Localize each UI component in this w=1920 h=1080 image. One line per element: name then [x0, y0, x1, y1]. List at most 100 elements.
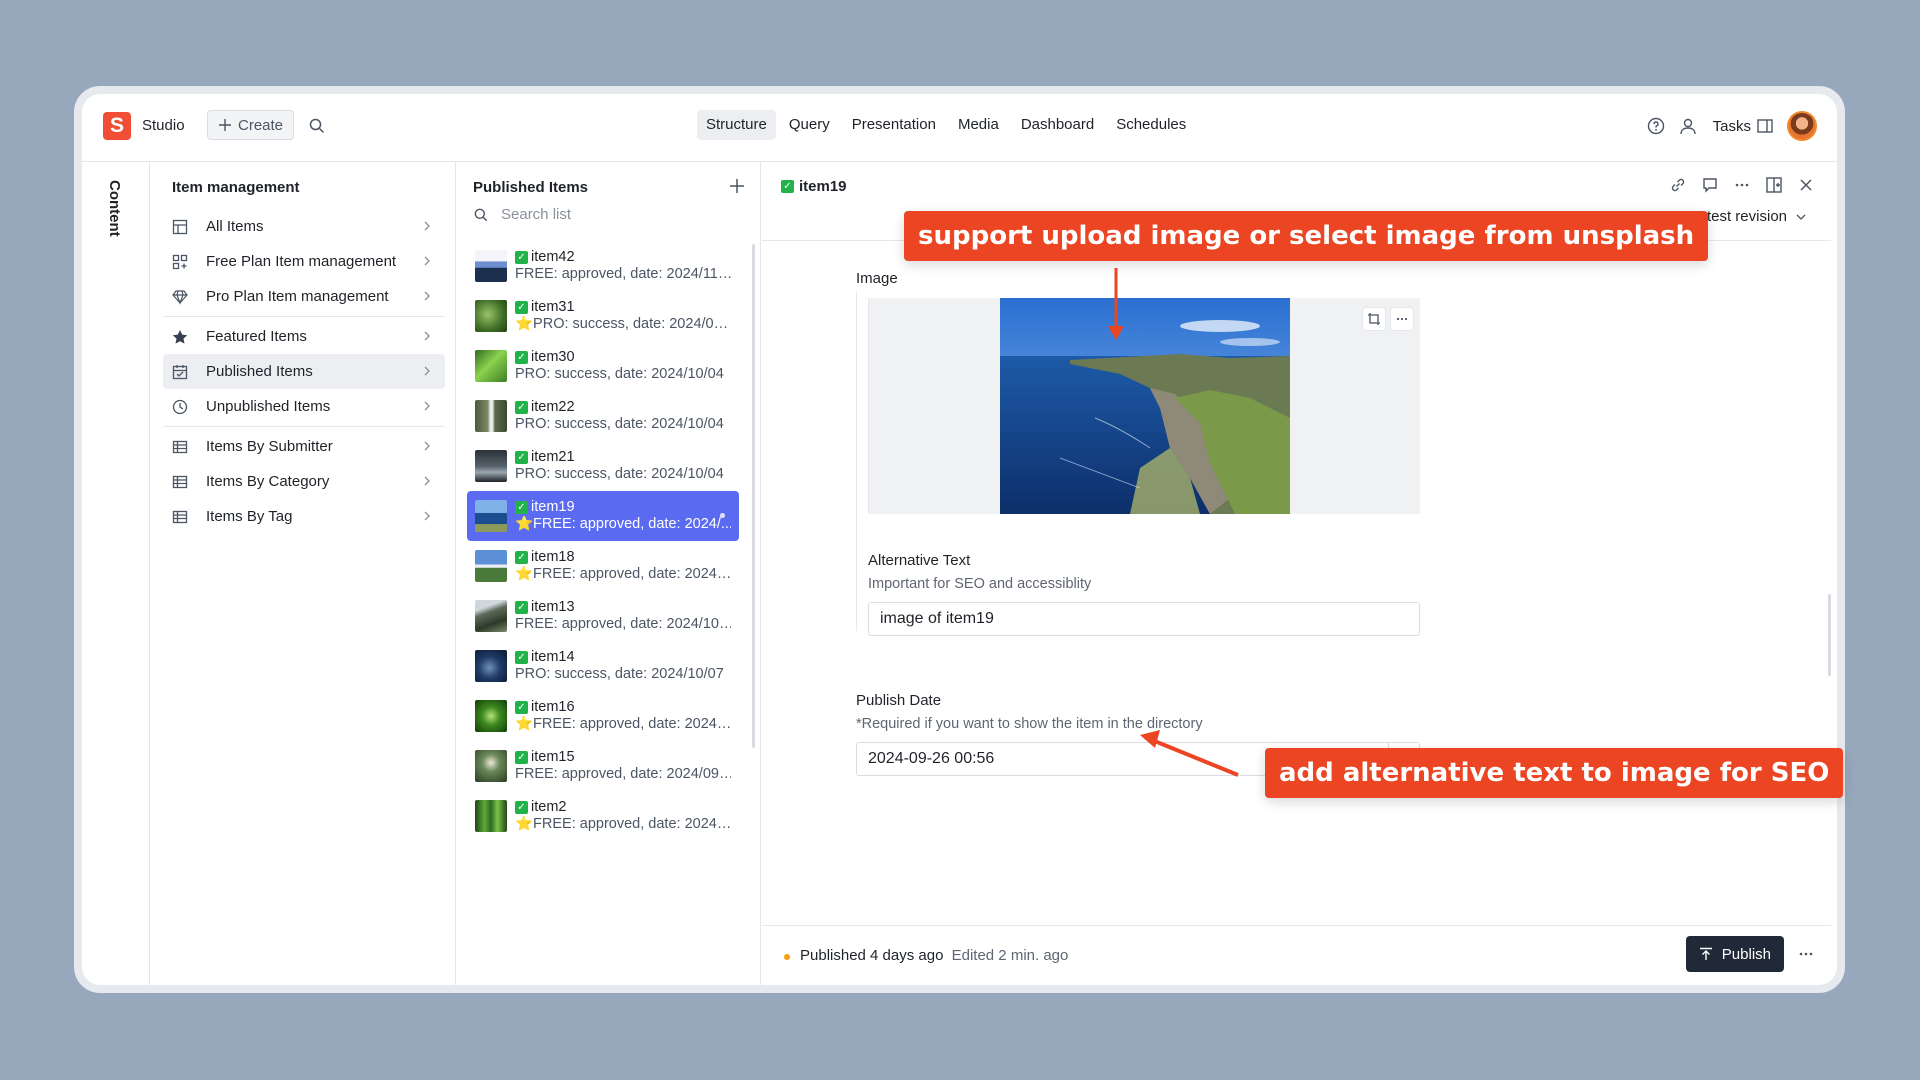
menu-item-unpublished[interactable]: Unpublished Items — [163, 389, 445, 424]
image-field-border — [856, 291, 857, 631]
menu-item-label: Featured Items — [206, 328, 307, 345]
content-tab[interactable]: Content — [106, 180, 123, 237]
create-button[interactable]: Create — [207, 110, 295, 140]
plus-icon — [219, 119, 231, 131]
more-actions-icon[interactable] — [1797, 945, 1815, 963]
nav-media[interactable]: Media — [949, 110, 1008, 140]
close-icon[interactable] — [1797, 176, 1815, 194]
published-check-icon: ✓ — [515, 351, 528, 364]
item-thumbnail — [475, 500, 507, 532]
list-item[interactable]: ✓ item30 PRO: success, date: 2024/10/04 — [467, 341, 739, 391]
structure-title: Item management — [172, 179, 300, 196]
upload-annotation: support upload image or select image fro… — [904, 211, 1709, 261]
user-avatar[interactable] — [1787, 111, 1817, 141]
document-scrollbar[interactable] — [1828, 594, 1831, 676]
search-icon — [474, 208, 488, 221]
split-pane-icon[interactable] — [1765, 176, 1783, 194]
publish-date-description: *Required if you want to show the item i… — [856, 716, 1203, 732]
published-check-icon: ✓ — [515, 601, 528, 614]
item-thumbnail — [475, 250, 507, 282]
list-item-selected[interactable]: ✓ item19 ⭐FREE: approved, date: 2024/... — [467, 491, 739, 541]
published-check-icon: ✓ — [515, 251, 528, 264]
image-field-label: Image — [856, 270, 898, 287]
list-scrollbar[interactable] — [752, 244, 755, 748]
item-image — [1000, 298, 1290, 514]
diamond-icon — [172, 289, 188, 305]
structure-pane: Item management All Items Free Plan Item… — [151, 162, 456, 985]
nav-dashboard[interactable]: Dashboard — [1012, 110, 1103, 140]
published-check-icon: ✓ — [515, 701, 528, 714]
item-subtitle: FREE: approved, date: 2024/11/13 — [515, 266, 731, 282]
publish-icon — [1699, 947, 1712, 960]
item-subtitle: ⭐FREE: approved, date: 2024/10... — [515, 566, 731, 582]
crop-button[interactable] — [1362, 307, 1386, 331]
list-item[interactable]: ✓ item18 ⭐FREE: approved, date: 2024/10... — [467, 541, 739, 591]
nav-query[interactable]: Query — [780, 110, 839, 140]
menu-item-by-category[interactable]: Items By Category — [163, 464, 445, 499]
alt-text-description: Important for SEO and accessiblity — [868, 576, 1092, 592]
menu-item-all-items[interactable]: All Items — [163, 209, 445, 244]
chevron-right-icon — [424, 291, 430, 301]
list-item[interactable]: ✓ item22 PRO: success, date: 2024/10/04 — [467, 391, 739, 441]
more-icon[interactable] — [1733, 176, 1751, 194]
menu-item-featured[interactable]: Featured Items — [163, 319, 445, 354]
nav-schedules[interactable]: Schedules — [1107, 110, 1195, 140]
list-item[interactable]: ✓ item16 ⭐FREE: approved, date: 2024/0... — [467, 691, 739, 741]
list-item[interactable]: ✓ item31 ⭐PRO: success, date: 2024/09/26 — [467, 291, 739, 341]
published-check-icon: ✓ — [515, 501, 528, 514]
panel-icon — [1757, 119, 1773, 133]
table-icon — [172, 475, 188, 488]
top-bar: S Studio Create Structure Query Presenta… — [82, 94, 1837, 162]
list-item[interactable]: ✓ item2 ⭐FREE: approved, date: 2024/0... — [467, 791, 739, 841]
item-thumbnail — [475, 400, 507, 432]
star-icon — [172, 329, 188, 344]
published-check-icon: ✓ — [515, 551, 528, 564]
search-list-field[interactable]: Search list — [473, 206, 571, 223]
item-subtitle: PRO: success, date: 2024/10/04 — [515, 466, 724, 482]
content-rail: Content — [82, 162, 150, 985]
unsaved-dot — [720, 513, 725, 518]
item-subtitle: ⭐FREE: approved, date: 2024/... — [515, 516, 731, 532]
alt-text-input[interactable]: image of item19 — [868, 602, 1420, 636]
item-thumbnail — [475, 550, 507, 582]
item-title: item19 — [531, 499, 575, 515]
item-subtitle: ⭐FREE: approved, date: 2024/0... — [515, 716, 731, 732]
list-item[interactable]: ✓ item13 FREE: approved, date: 2024/10/06 — [467, 591, 739, 641]
nav-presentation[interactable]: Presentation — [843, 110, 945, 140]
add-item-icon[interactable] — [728, 177, 746, 195]
comment-icon[interactable] — [1701, 176, 1719, 194]
chevron-right-icon — [424, 511, 430, 521]
menu-item-by-submitter[interactable]: Items By Submitter — [163, 429, 445, 464]
menu-item-free-plan[interactable]: Free Plan Item management — [163, 244, 445, 279]
published-check-icon: ✓ — [515, 651, 528, 664]
publish-button[interactable]: Publish — [1685, 936, 1784, 972]
tasks-button[interactable]: Tasks — [1713, 118, 1773, 135]
item-subtitle: FREE: approved, date: 2024/10/06 — [515, 616, 731, 632]
image-field[interactable] — [868, 298, 1420, 514]
app-name[interactable]: Studio — [142, 117, 185, 134]
help-icon[interactable] — [1647, 117, 1665, 135]
presence-icon[interactable] — [1679, 117, 1699, 135]
document-footer: Published 4 days ago Edited 2 min. ago P… — [762, 925, 1831, 985]
search-icon[interactable] — [307, 116, 327, 136]
list-item[interactable]: ✓ item42 FREE: approved, date: 2024/11/13 — [467, 241, 739, 291]
list-item[interactable]: ✓ item14 PRO: success, date: 2024/10/07 — [467, 641, 739, 691]
menu-item-published[interactable]: Published Items — [163, 354, 445, 389]
item-title: item22 — [531, 399, 575, 415]
list-item[interactable]: ✓ item21 PRO: success, date: 2024/10/04 — [467, 441, 739, 491]
item-thumbnail — [475, 600, 507, 632]
item-thumbnail — [475, 650, 507, 682]
list-item[interactable]: ✓ item15 FREE: approved, date: 2024/09/18 — [467, 741, 739, 791]
link-icon[interactable] — [1669, 176, 1687, 194]
published-check-icon: ✓ — [515, 401, 528, 414]
chevron-right-icon — [424, 401, 430, 411]
document-pane: ✓ item19 Latest revision Image Alternati… — [762, 162, 1837, 985]
menu-item-label: Unpublished Items — [206, 398, 331, 415]
edited-text: Edited 2 min. ago — [951, 947, 1069, 964]
item-title: item13 — [531, 599, 575, 615]
nav-structure[interactable]: Structure — [697, 110, 776, 140]
image-options-button[interactable] — [1390, 307, 1414, 331]
menu-item-pro-plan[interactable]: Pro Plan Item management — [163, 279, 445, 314]
menu-item-by-tag[interactable]: Items By Tag — [163, 499, 445, 534]
studio-logo[interactable]: S — [103, 112, 131, 140]
